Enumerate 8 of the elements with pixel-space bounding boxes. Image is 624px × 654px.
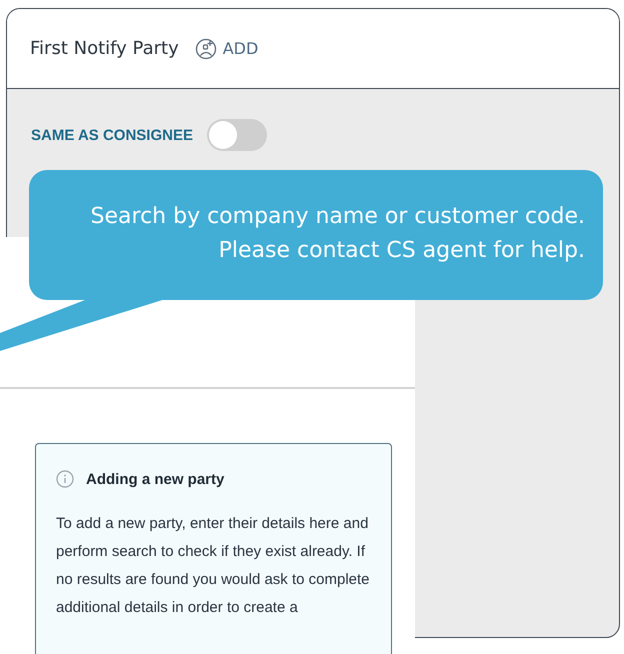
toggle-switch[interactable] [206, 119, 267, 151]
info-text: To add a new party, enter their details here and perform search to check if they exist already. If no results are found you would ask to complete additional details in order to create a [56, 514, 371, 618]
add-person-icon [194, 38, 217, 60]
info-icon [56, 470, 74, 488]
card-title: First Notify Party [30, 38, 179, 59]
info-title: Adding a new party [86, 470, 224, 488]
add-button[interactable]: ADD [194, 38, 258, 60]
same-as-consignee-label: SAME AS CONSIGNEE [31, 126, 193, 144]
